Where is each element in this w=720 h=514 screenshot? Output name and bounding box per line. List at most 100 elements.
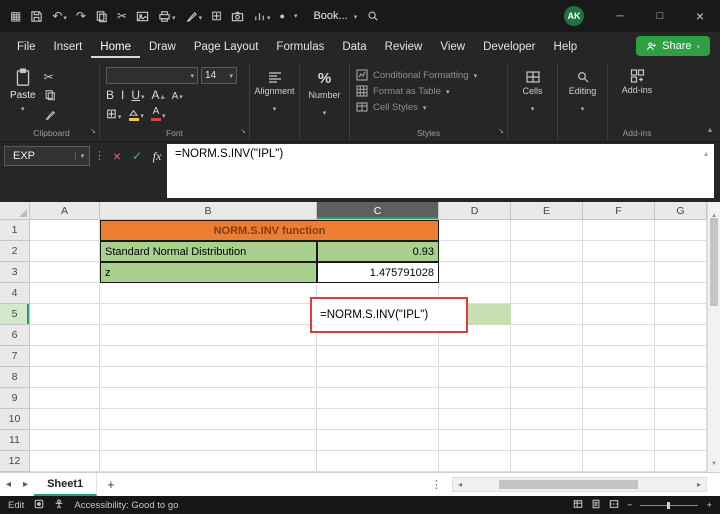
paint-brush-icon[interactable] [185, 7, 203, 25]
cell-f12[interactable] [583, 451, 655, 472]
cell-e11[interactable] [511, 430, 583, 451]
tab-page-layout[interactable]: Page Layout [185, 35, 268, 58]
cell-d10[interactable] [439, 409, 511, 430]
italic-button[interactable]: I [121, 88, 124, 102]
record-icon[interactable] [280, 7, 285, 25]
number-chevron-down-icon[interactable] [323, 102, 327, 120]
cell-a8[interactable] [30, 367, 100, 388]
font-name-select[interactable] [106, 67, 198, 84]
name-box[interactable]: EXP [4, 146, 90, 166]
cell-d1[interactable] [439, 220, 511, 241]
qat-more-icon[interactable] [294, 7, 298, 25]
row-header-2[interactable]: 2 [0, 241, 30, 262]
editing-group[interactable]: Editing [558, 64, 608, 140]
print-icon[interactable] [158, 7, 176, 25]
cell-g9[interactable] [655, 388, 707, 409]
macro-record-icon[interactable] [34, 499, 44, 512]
underline-button[interactable]: U [131, 88, 144, 102]
cell-e9[interactable] [511, 388, 583, 409]
share-chevron-down-icon[interactable] [696, 40, 700, 52]
add-sheet-button[interactable] [97, 477, 125, 492]
cell-f9[interactable] [583, 388, 655, 409]
search-icon[interactable] [367, 10, 379, 22]
zoom-in-button[interactable] [706, 500, 712, 511]
cell-g2[interactable] [655, 241, 707, 262]
number-group[interactable]: Number [300, 64, 350, 140]
row-header-5[interactable]: 5 [0, 304, 30, 325]
cell-g1[interactable] [655, 220, 707, 241]
zoom-slider-thumb[interactable] [667, 501, 671, 509]
decrease-font-button[interactable]: A [172, 88, 183, 102]
tab-home[interactable]: Home [91, 35, 140, 58]
cell-c3[interactable]: 1.475791028 [317, 262, 439, 283]
addins-button-label[interactable]: Add-ins [622, 85, 653, 95]
cell-a4[interactable] [30, 283, 100, 304]
close-button[interactable] [680, 0, 720, 32]
cell-e5[interactable] [511, 304, 583, 325]
cell-c11[interactable] [317, 430, 439, 451]
cut-icon[interactable] [117, 7, 127, 25]
scroll-right-icon[interactable] [692, 480, 706, 489]
undo-icon[interactable] [52, 7, 67, 25]
share-button[interactable]: Share [636, 36, 710, 56]
cell-e8[interactable] [511, 367, 583, 388]
fill-color-button[interactable] [128, 107, 144, 121]
prev-sheet-icon[interactable] [0, 479, 17, 490]
page-break-view-icon[interactable] [609, 499, 619, 512]
cell-f3[interactable] [583, 262, 655, 283]
cell-e10[interactable] [511, 409, 583, 430]
row-header-12[interactable]: 12 [0, 451, 30, 472]
cell-a11[interactable] [30, 430, 100, 451]
accessibility-status[interactable]: Accessibility: Good to go [74, 500, 178, 511]
active-cell-editor[interactable]: =NORM.S.INV("IPL") [310, 297, 468, 333]
row-header-4[interactable]: 4 [0, 283, 30, 304]
cell-a3[interactable] [30, 262, 100, 283]
bold-button[interactable]: B [106, 88, 114, 102]
cell-b10[interactable] [100, 409, 317, 430]
alignment-group[interactable]: Alignment [250, 64, 300, 140]
cell-e4[interactable] [511, 283, 583, 304]
normal-view-icon[interactable] [573, 499, 583, 512]
cut-icon[interactable] [44, 70, 56, 84]
cancel-entry-button[interactable] [109, 146, 125, 166]
horizontal-scroll-thumb[interactable] [498, 480, 638, 489]
cell-c12[interactable] [317, 451, 439, 472]
cell-d3[interactable] [439, 262, 511, 283]
cell-b1-title[interactable]: NORM.S.INV function [100, 220, 439, 241]
row-header-3[interactable]: 3 [0, 262, 30, 283]
name-box-chevron-down-icon[interactable] [75, 152, 89, 160]
row-header-9[interactable]: 9 [0, 388, 30, 409]
cell-f7[interactable] [583, 346, 655, 367]
row-header-8[interactable]: 8 [0, 367, 30, 388]
editing-chevron-down-icon[interactable] [581, 98, 585, 116]
cell-a7[interactable] [30, 346, 100, 367]
font-size-select[interactable]: 14 [201, 67, 237, 84]
row-header-1[interactable]: 1 [0, 220, 30, 241]
cell-b3[interactable]: z [100, 262, 317, 283]
column-header-f[interactable]: F [583, 202, 655, 220]
tab-insert[interactable]: Insert [45, 35, 92, 58]
scroll-left-icon[interactable] [453, 480, 467, 489]
cell-g3[interactable] [655, 262, 707, 283]
cell-b11[interactable] [100, 430, 317, 451]
column-header-b[interactable]: B [100, 202, 317, 220]
cell-e1[interactable] [511, 220, 583, 241]
cell-f6[interactable] [583, 325, 655, 346]
horizontal-scrollbar[interactable] [452, 477, 707, 492]
formula-input[interactable]: =NORM.S.INV("IPL") [167, 144, 714, 198]
cell-b8[interactable] [100, 367, 317, 388]
select-all-button[interactable] [0, 202, 30, 220]
conditional-formatting-button[interactable]: Conditional Formatting [356, 69, 501, 81]
column-header-e[interactable]: E [511, 202, 583, 220]
cell-b4[interactable] [100, 283, 317, 304]
cell-f1[interactable] [583, 220, 655, 241]
cell-d9[interactable] [439, 388, 511, 409]
cell-g11[interactable] [655, 430, 707, 451]
cell-g7[interactable] [655, 346, 707, 367]
cell-c8[interactable] [317, 367, 439, 388]
borders-button[interactable] [106, 106, 121, 122]
cell-c2[interactable]: 0.93 [317, 241, 439, 262]
insert-function-button[interactable] [149, 146, 165, 166]
picture-icon[interactable] [136, 7, 149, 25]
column-header-a[interactable]: A [30, 202, 100, 220]
